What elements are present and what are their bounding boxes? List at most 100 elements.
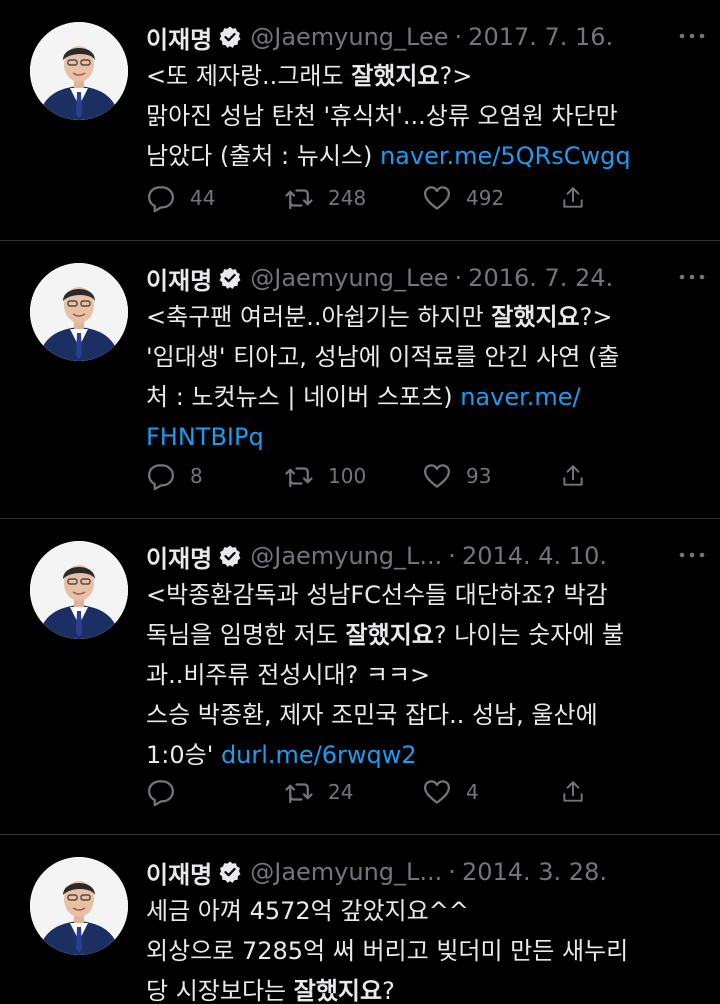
more-icon[interactable]	[676, 26, 708, 46]
avatar-portrait-icon	[30, 22, 128, 120]
text-segment: 남았다 (출처 : 뉴시스)	[146, 142, 380, 170]
tweet-text-line: FHNTBIPq	[146, 417, 704, 457]
verified-badge-icon	[219, 545, 241, 567]
tweet-text-line: 당 시장보다는 잘했지요?	[146, 971, 704, 1004]
like-button[interactable]: 4	[422, 777, 560, 807]
tweet-header: 이재명 @Jaemyung_Lee · 2017. 7. 16.	[146, 18, 704, 56]
share-icon	[563, 465, 583, 486]
text-segment: <축구팬 여러분..아쉽기는 하지만	[146, 303, 492, 331]
tweet-text-line: 과..비주류 전성시대? ㅋㅋ>	[146, 655, 704, 695]
display-name[interactable]: 이재명	[146, 20, 212, 55]
reply-icon	[148, 780, 174, 807]
text-segment: ?>	[579, 303, 613, 331]
tweet-date[interactable]: 2016. 7. 24.	[468, 264, 613, 292]
handle[interactable]: @Jaemyung_Lee	[250, 264, 448, 292]
tweet-link[interactable]: durl.me/6rwqw2	[221, 741, 417, 769]
tweet-actions: 44 248 492	[146, 183, 600, 213]
tweet-text-line: <축구팬 여러분..아쉽기는 하지만 잘했지요?>	[146, 297, 704, 337]
retweet-button[interactable]: 100	[284, 461, 422, 491]
tweet-link[interactable]: naver.me/	[460, 383, 580, 411]
tweet-actions: 24 4	[146, 777, 600, 807]
text-segment: 1:0승'	[146, 741, 221, 769]
bold-text: 잘했지요	[351, 62, 440, 90]
tweet-link[interactable]: FHNTBIPq	[146, 423, 264, 451]
avatar-portrait-icon	[30, 541, 128, 639]
like-button[interactable]: 93	[422, 461, 560, 491]
reply-icon	[148, 186, 174, 213]
text-segment: <또 제자랑..그래도	[146, 62, 352, 90]
text-segment: 과..비주류 전성시대? ㅋㅋ>	[146, 661, 431, 689]
like-button[interactable]: 492	[422, 183, 560, 213]
avatar[interactable]	[30, 541, 128, 639]
like-count: 93	[466, 464, 492, 488]
bold-text: 잘했지요	[345, 621, 434, 649]
tweet-text-line: 스승 박종환, 제자 조민국 잡다.. 성남, 울산에	[146, 695, 704, 735]
text-segment: 당 시장보다는	[146, 977, 294, 1004]
tweet-text: <축구팬 여러분..아쉽기는 하지만 잘했지요?> '임대생' 티아고, 성남에 …	[146, 297, 704, 457]
retweet-button[interactable]: 248	[284, 183, 422, 213]
tweet-text: 세금 아껴 4572억 갚았지요^^ 외상으로 7285억 써 버리고 빚더미 만…	[146, 891, 704, 1004]
separator-dot: ·	[448, 858, 456, 886]
share-button[interactable]	[560, 777, 600, 807]
bold-text: 잘했지요	[491, 303, 580, 331]
text-segment: <박종환감독과 성남FC선수들 대단하죠? 박감	[146, 581, 608, 609]
tweet-date[interactable]: 2017. 7. 16.	[468, 23, 613, 51]
display-name[interactable]: 이재명	[146, 855, 212, 890]
avatar[interactable]	[30, 22, 128, 120]
like-count: 4	[466, 780, 479, 804]
bold-text: 잘했지요	[293, 977, 383, 1004]
reply-button[interactable]: 8	[146, 461, 284, 491]
text-segment: 세금 아껴 4572억 갚았지요^^	[146, 897, 469, 925]
text-segment: ?	[382, 977, 395, 1004]
tweet-text-line: <박종환감독과 성남FC선수들 대단하죠? 박감	[146, 575, 704, 615]
like-icon	[424, 464, 450, 488]
reply-count: 44	[190, 186, 216, 210]
tweet-text-line: <또 제자랑..그래도 잘했지요?>	[146, 56, 704, 96]
text-segment: 처 : 노컷뉴스 | 네이버 스포츠)	[146, 383, 461, 411]
tweet-text-line: 처 : 노컷뉴스 | 네이버 스포츠) naver.me/	[146, 377, 704, 417]
separator-dot: ·	[448, 542, 456, 570]
tweet-header: 이재명 @Jaemyung_L... · 2014. 4. 10.	[146, 537, 704, 575]
handle[interactable]: @Jaemyung_Lee	[250, 23, 448, 51]
like-icon	[424, 780, 450, 804]
avatar[interactable]	[30, 857, 128, 955]
handle[interactable]: @Jaemyung_L...	[250, 858, 442, 886]
tweet[interactable]: 이재명 @Jaemyung_Lee · 2016. 7. 24. <축구팬 여러…	[0, 241, 720, 519]
share-button[interactable]	[560, 461, 600, 491]
reply-button[interactable]	[146, 777, 284, 807]
tweet-date[interactable]: 2014. 3. 28.	[462, 858, 607, 886]
tweet[interactable]: 이재명 @Jaemyung_L... · 2014. 4. 10. <박종환감독…	[0, 519, 720, 835]
more-icon[interactable]	[676, 267, 708, 287]
tweet-link[interactable]: naver.me/5QRsCwgq	[380, 142, 631, 170]
tweet-header: 이재명 @Jaemyung_Lee · 2016. 7. 24.	[146, 259, 704, 297]
tweet-text-line: '임대생' 티아고, 성남에 이적료를 안긴 사연 (출	[146, 337, 704, 377]
reply-count: 8	[190, 464, 203, 488]
tweet-text-line: 독님을 임명한 저도 잘했지요? 나이는 숫자에 불	[146, 615, 704, 655]
retweet-icon	[285, 783, 313, 804]
verified-badge-icon	[219, 861, 241, 883]
avatar[interactable]	[30, 263, 128, 361]
separator-dot: ·	[454, 264, 463, 292]
retweet-count: 24	[328, 780, 354, 804]
tweet-header: 이재명 @Jaemyung_L... · 2014. 3. 28.	[146, 853, 704, 891]
text-segment: '임대생' 티아고, 성남에 이적료를 안긴 사연 (출	[146, 343, 620, 371]
tweet[interactable]: 이재명 @Jaemyung_L... · 2014. 3. 28. 세금 아껴 …	[0, 835, 720, 1004]
more-icon[interactable]	[676, 545, 708, 565]
separator-dot: ·	[454, 23, 463, 51]
reply-button[interactable]: 44	[146, 183, 284, 213]
tweet-text-line: 1:0승' durl.me/6rwqw2	[146, 735, 704, 775]
display-name[interactable]: 이재명	[146, 539, 212, 574]
tweet[interactable]: 이재명 @Jaemyung_Lee · 2017. 7. 16. <또 제자랑.…	[0, 0, 720, 241]
reply-icon	[148, 464, 174, 491]
text-segment: 독님을 임명한 저도	[146, 621, 346, 649]
text-segment: 외상으로 7285억 써 버리고 빚더미 만든 새누리	[146, 937, 629, 965]
display-name[interactable]: 이재명	[146, 261, 212, 296]
handle[interactable]: @Jaemyung_L...	[250, 542, 442, 570]
tweet-text: <또 제자랑..그래도 잘했지요?> 맑아진 성남 탄천 '휴식처'...상류 오…	[146, 56, 704, 176]
tweet-actions: 8 100 93	[146, 461, 600, 491]
tweet-date[interactable]: 2014. 4. 10.	[462, 542, 607, 570]
share-button[interactable]	[560, 183, 600, 213]
retweet-button[interactable]: 24	[284, 777, 422, 807]
like-icon	[424, 186, 450, 210]
tweet-text-line: 남았다 (출처 : 뉴시스) naver.me/5QRsCwgq	[146, 136, 704, 176]
